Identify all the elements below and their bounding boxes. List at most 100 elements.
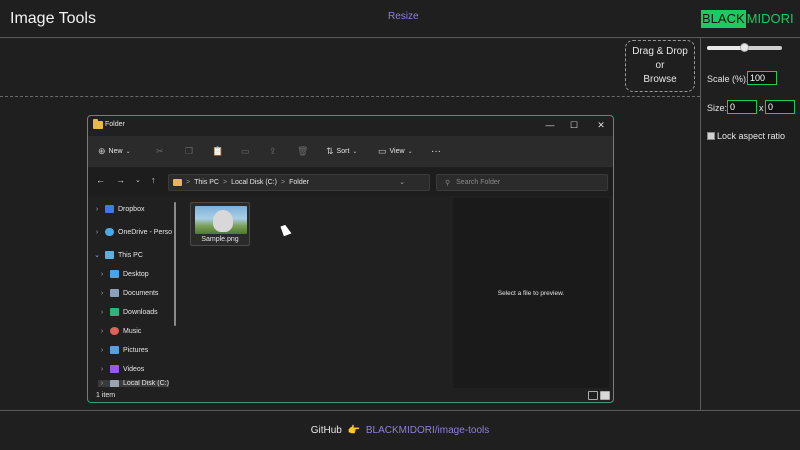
folder-icon	[173, 179, 182, 186]
view-toggle-group	[588, 391, 610, 400]
footer-divider	[0, 410, 800, 411]
lock-aspect-checkbox[interactable]	[707, 132, 715, 140]
lock-aspect-label: Lock aspect ratio	[717, 131, 786, 141]
nav-label: Downloads	[123, 308, 158, 316]
nav-label: OneDrive - Perso	[118, 228, 173, 236]
scale-slider-thumb[interactable]	[739, 43, 749, 52]
width-input[interactable]	[727, 100, 757, 114]
chevron-down-icon[interactable]: ⌄	[399, 178, 405, 186]
dropzone-line-3: Browse	[643, 74, 677, 85]
dropzone-line-2: or	[655, 60, 665, 71]
item-count: 1 item	[96, 392, 116, 399]
forward-arrow-icon[interactable]: →	[116, 175, 125, 185]
cut-button[interactable]: ✂	[156, 144, 164, 158]
file-name: Sample.png	[201, 236, 239, 243]
nav-item-videos[interactable]: › Videos	[98, 363, 144, 375]
scale-input[interactable]	[747, 71, 777, 85]
navigation-pane: › Dropbox › OneDrive - Perso ⌄ This PC ›…	[88, 197, 178, 387]
rename-icon: ▭	[241, 145, 250, 156]
brand-part-black: BLACK	[701, 10, 746, 28]
nav-label: Dropbox	[118, 205, 145, 213]
more-options-button[interactable]: ···	[431, 144, 441, 158]
nav-label: Pictures	[123, 346, 149, 354]
sort-button[interactable]: ⇅ Sort ⌄	[326, 144, 357, 158]
nav-label: Videos	[123, 365, 145, 373]
download-icon	[110, 308, 119, 316]
thumbnail-subject	[213, 210, 233, 232]
scissors-icon: ✂	[156, 145, 164, 156]
chevron-right-icon: ›	[100, 346, 104, 354]
drop-area-divider	[0, 96, 700, 97]
file-tile[interactable]: Sample.png	[190, 202, 250, 246]
nav-item-music[interactable]: › Music	[98, 325, 141, 337]
paste-button[interactable]: 📋	[212, 144, 223, 158]
video-icon	[110, 365, 119, 373]
rename-button[interactable]: ▭	[241, 144, 250, 158]
view-icon: ▭	[378, 145, 387, 156]
share-button[interactable]: ⇪	[269, 144, 277, 158]
chevron-down-icon: ⌄	[125, 148, 131, 155]
address-bar-row: ← → ⌄ ↑ > This PC > Local Disk (C:) > Fo…	[88, 166, 613, 196]
delete-button[interactable]: 🗑	[297, 144, 308, 158]
status-bar: 1 item	[88, 388, 613, 402]
github-repo-link[interactable]: BLACKMIDORI/image-tools	[366, 425, 489, 436]
scale-label: Scale (%):	[707, 74, 749, 84]
close-button[interactable]: ✕	[594, 118, 608, 132]
details-view-icon[interactable]	[588, 391, 598, 400]
chevron-right-icon: ›	[100, 289, 104, 297]
preview-pane: Select a file to preview.	[453, 198, 609, 388]
music-icon	[110, 327, 119, 335]
nav-item-desktop[interactable]: › Desktop	[98, 268, 149, 280]
copy-button[interactable]: ❐	[185, 144, 193, 158]
view-button[interactable]: ▭ View ⌄	[378, 144, 413, 158]
nav-item-documents[interactable]: › Documents	[98, 287, 158, 299]
minimize-button[interactable]: —	[543, 118, 557, 132]
brand-part-midori: MIDORI	[746, 11, 794, 26]
breadcrumb-separator: >	[281, 179, 286, 186]
chevron-down-icon: ⌄	[352, 148, 358, 155]
nav-link-resize[interactable]: Resize	[388, 11, 419, 22]
chevron-right-icon: ›	[100, 380, 104, 387]
breadcrumb-local-disk[interactable]: Local Disk (C:)	[231, 179, 277, 186]
file-list-area[interactable]: Sample.png	[180, 197, 448, 387]
chevron-right-icon: ›	[100, 270, 104, 278]
nav-item-downloads[interactable]: › Downloads	[98, 306, 158, 318]
drag-drop-browse-zone[interactable]: Drag & Drop or Browse	[625, 40, 695, 92]
pointing-hand-icon: 👉	[347, 425, 361, 436]
cloud-icon	[105, 228, 114, 236]
nav-item-local-disk[interactable]: › Local Disk (C:)	[98, 380, 169, 387]
maximize-button[interactable]: ☐	[567, 118, 581, 132]
nav-item-dropbox[interactable]: › Dropbox	[93, 203, 144, 215]
recent-chevron-icon[interactable]: ⌄	[135, 176, 141, 184]
nav-item-this-pc[interactable]: ⌄ This PC	[93, 249, 143, 261]
new-button[interactable]: ⊕ New ⌄	[98, 144, 131, 158]
copy-icon: ❐	[185, 145, 194, 156]
nav-scrollbar[interactable]	[174, 202, 176, 326]
pictures-icon	[110, 346, 119, 354]
folder-icon	[93, 119, 103, 129]
explorer-titlebar[interactable]: Folder — ☐ ✕	[88, 116, 613, 136]
search-box[interactable]: ⚲ Search Folder	[436, 174, 608, 191]
back-arrow-icon[interactable]: ←	[96, 175, 105, 185]
share-icon: ⇪	[269, 145, 277, 156]
size-label: Size:	[707, 103, 728, 113]
height-input[interactable]	[765, 100, 795, 114]
nav-label: Local Disk (C:)	[123, 380, 169, 387]
up-arrow-icon[interactable]: ↑	[151, 175, 156, 185]
trash-icon: 🗑	[297, 145, 309, 156]
sort-icon: ⇅	[326, 145, 334, 156]
search-placeholder: Search Folder	[456, 179, 501, 186]
search-icon: ⚲	[445, 179, 451, 187]
chevron-right-icon: ›	[100, 308, 104, 316]
large-icons-view-icon[interactable]	[600, 391, 610, 400]
breadcrumb-this-pc[interactable]: This PC	[194, 179, 219, 186]
size-times: x	[759, 103, 764, 113]
brand-logo[interactable]: BLACK MIDORI	[701, 10, 794, 28]
nav-item-onedrive[interactable]: › OneDrive - Perso	[93, 226, 172, 238]
footer: GitHub 👉 BLACKMIDORI/image-tools	[0, 425, 800, 436]
address-bar[interactable]: > This PC > Local Disk (C:) > Folder ⌄ ↻	[168, 174, 443, 191]
breadcrumb-folder[interactable]: Folder	[289, 179, 309, 186]
scale-slider[interactable]	[707, 43, 782, 52]
nav-item-pictures[interactable]: › Pictures	[98, 344, 148, 356]
new-label: New	[108, 147, 123, 155]
